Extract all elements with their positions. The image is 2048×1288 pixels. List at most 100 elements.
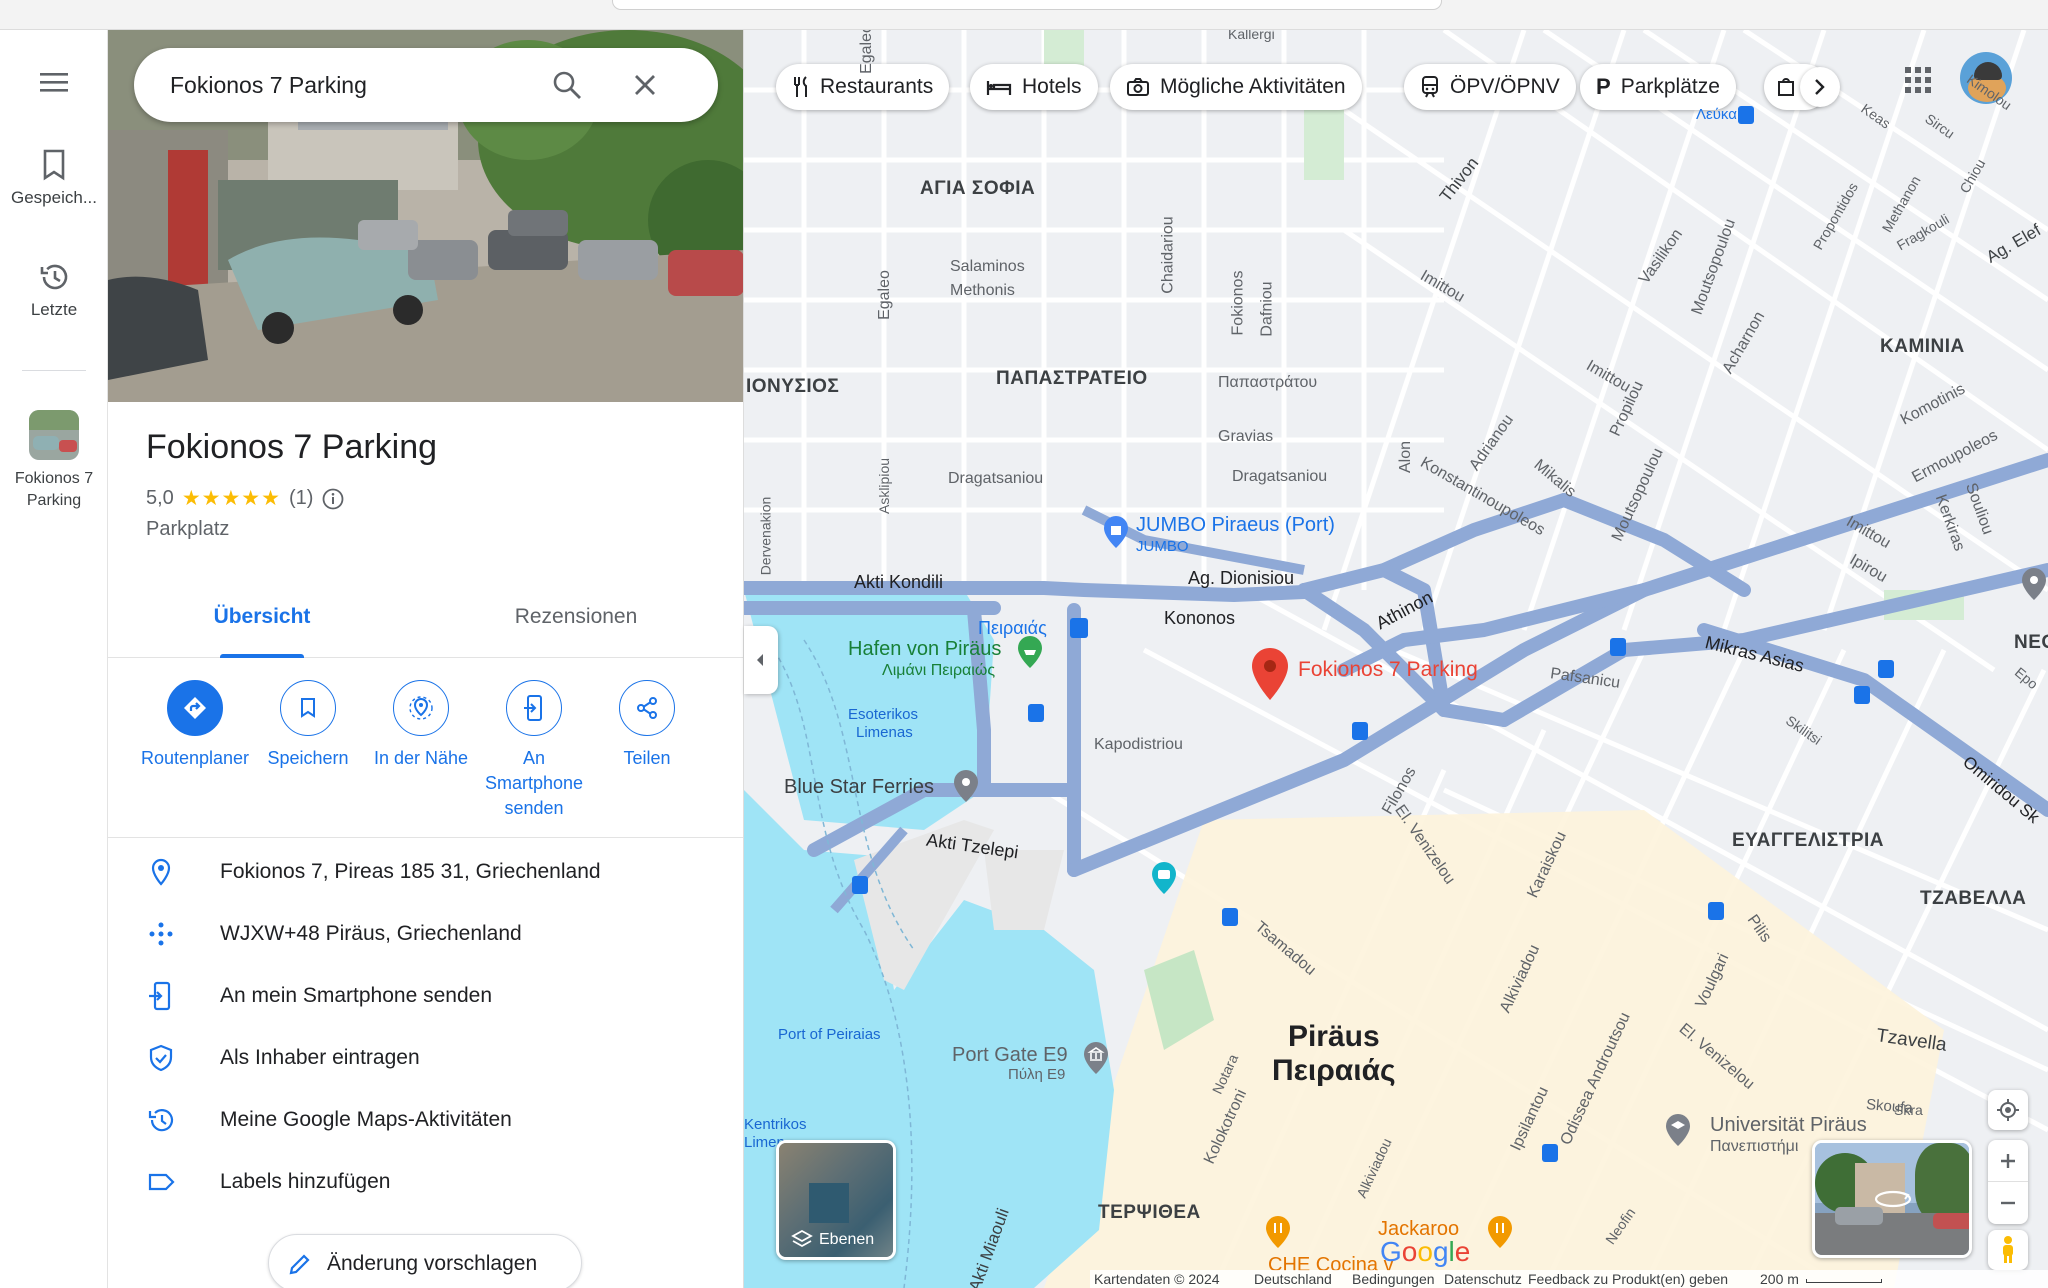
zoom-out-button[interactable] — [1988, 1182, 2028, 1224]
my-location-button[interactable] — [1988, 1090, 2028, 1130]
review-count[interactable]: (1) — [289, 487, 313, 510]
tab-reviews[interactable]: Rezensionen — [426, 576, 726, 658]
search-icon[interactable] — [550, 68, 584, 102]
phone-icon — [524, 695, 542, 721]
rail-recent-place[interactable]: Fokionos 7 Parking — [0, 410, 108, 512]
menu-button[interactable] — [0, 70, 108, 100]
camera-pin-icon[interactable] — [1150, 860, 1178, 896]
street-label: Salaminos — [950, 258, 1025, 275]
poi-portgate[interactable]: Port Gate E9 — [952, 1044, 1068, 1067]
save-button[interactable]: Speichern — [252, 680, 364, 771]
search-box[interactable]: Fokionos 7 Parking — [134, 48, 718, 122]
place-category[interactable]: Parkplatz — [146, 518, 229, 541]
route-label: Routenplaner — [140, 748, 250, 768]
scale-label[interactable]: 200 m — [1760, 1271, 1799, 1287]
bus-stop-icon[interactable] — [1610, 638, 1626, 656]
share-button[interactable]: Teilen — [591, 680, 703, 771]
street-view-preview[interactable] — [1812, 1140, 1972, 1258]
chips-scroll-right-button[interactable] — [1800, 67, 1840, 107]
bus-stop-icon[interactable] — [1028, 704, 1044, 722]
saved-button[interactable]: Gespeich... — [0, 148, 108, 208]
district-label: ΕΥΑΓΓΕΛΙΣΤΡΙΑ — [1732, 830, 1884, 851]
layers-label: Ebenen — [819, 1231, 875, 1248]
suggest-edit-button[interactable]: Änderung vorschlagen — [268, 1234, 582, 1288]
privacy-link[interactable]: Datenschutz — [1444, 1271, 1522, 1287]
poi-university[interactable]: Universität Piräus — [1710, 1114, 1867, 1137]
shopping-pin-icon[interactable] — [1102, 514, 1130, 550]
bus-stop-icon[interactable] — [1854, 686, 1870, 704]
layers-button[interactable]: Ebenen — [776, 1140, 896, 1260]
labels-row[interactable]: Labels hinzufügen — [108, 1150, 743, 1212]
country-link[interactable]: Deutschland — [1254, 1271, 1332, 1287]
place-marker-label[interactable]: Fokionos 7 Parking — [1298, 658, 1478, 682]
plus-code-row[interactable]: WJXW+48 Piräus, Griechenland — [108, 902, 743, 964]
claim-row[interactable]: Als Inhaber eintragen — [108, 1026, 743, 1088]
minus-icon — [2001, 1201, 2015, 1205]
recent-button[interactable]: Letzte — [0, 260, 108, 320]
bus-stop-icon[interactable] — [852, 876, 868, 894]
bus-stop-icon[interactable] — [1708, 902, 1724, 920]
map-footer: Kartendaten © 2024 Deutschland Bedingung… — [1090, 1270, 2048, 1288]
search-input[interactable]: Fokionos 7 Parking — [170, 72, 367, 99]
restaurant-pin-icon[interactable] — [1486, 1214, 1514, 1250]
bus-stop-icon[interactable] — [1738, 106, 1754, 124]
address-row[interactable]: Fokionos 7, Pireas 185 31, Griechenland — [108, 840, 743, 902]
chip-transit[interactable]: ÖPV/ÖPNV — [1404, 64, 1576, 110]
train-station-icon[interactable] — [1070, 618, 1088, 638]
museum-pin-icon[interactable] — [1082, 1040, 1110, 1076]
activity-row[interactable]: Meine Google Maps-Aktivitäten — [108, 1088, 743, 1150]
nearby-button[interactable]: In der Nähe — [365, 680, 477, 771]
street-label: Asklipiou — [876, 457, 893, 515]
close-icon[interactable] — [628, 68, 662, 102]
activity-text: Meine Google Maps-Aktivitäten — [220, 1108, 512, 1131]
city-name-greek: Πειραιάς — [1272, 1054, 1396, 1087]
street-label: Dragatsaniou — [1232, 468, 1328, 485]
street-label: Dervenakion — [757, 496, 774, 576]
restaurant-pin-icon[interactable] — [1264, 1214, 1292, 1250]
location-pin-icon[interactable] — [952, 768, 980, 804]
poi-bluestar[interactable]: Blue Star Ferries — [784, 776, 934, 799]
rating-row: 5,0 ★★★★★ (1) — [146, 486, 345, 511]
scale-bar — [1806, 1279, 1882, 1283]
saved-label: Gespeich... — [11, 188, 97, 207]
street-label: Egaleo — [857, 30, 875, 74]
bus-stop-icon[interactable] — [1542, 1144, 1558, 1162]
tab-reviews-label: Rezensionen — [514, 605, 638, 628]
poi-harbour[interactable]: Hafen von Piräus — [848, 638, 1001, 661]
chevron-right-icon — [1815, 79, 1825, 95]
pegman-button[interactable] — [1988, 1230, 2028, 1270]
bus-stop-icon[interactable] — [1222, 908, 1238, 926]
school-pin-icon[interactable] — [1664, 1112, 1692, 1148]
poi-jumbo[interactable]: JUMBO Piraeus (Port) — [1136, 514, 1335, 537]
place-thumbnail — [29, 410, 79, 460]
tab-bar: Übersicht Rezensionen — [108, 576, 743, 658]
poi-lefka[interactable]: Λεύκα — [1696, 106, 1737, 123]
apps-grid-icon[interactable] — [1904, 66, 1932, 94]
info-icon[interactable] — [321, 487, 345, 511]
chip-activities[interactable]: Mögliche Aktivitäten — [1110, 64, 1362, 110]
zoom-in-button[interactable] — [1988, 1140, 2028, 1182]
bed-icon — [986, 81, 1012, 95]
plus-code-text: WJXW+48 Piräus, Griechenland — [220, 922, 522, 945]
collapse-panel-button[interactable] — [744, 626, 778, 694]
place-panel: Fokionos 7 Parking Fokionos 7 Parking 5,… — [108, 30, 744, 1288]
chip-hotels[interactable]: Hotels — [970, 64, 1098, 110]
terms-link[interactable]: Bedingungen — [1352, 1271, 1435, 1287]
pencil-icon — [289, 1254, 310, 1275]
route-button[interactable]: Routenplaner — [139, 680, 251, 771]
side-rail: Gespeich... Letzte Fokionos 7 Parking — [0, 30, 108, 1288]
ferry-pin-icon[interactable] — [1016, 634, 1044, 670]
browser-address-bar[interactable] — [612, 0, 1442, 10]
share-icon — [637, 697, 657, 719]
chip-parking[interactable]: P Parkplätze — [1580, 64, 1736, 110]
tab-overview[interactable]: Übersicht — [112, 576, 412, 658]
city-name-latin: Piräus — [1287, 1020, 1380, 1053]
send-to-phone-button[interactable]: An Smartphone senden — [478, 680, 590, 821]
bus-stop-icon[interactable] — [1352, 722, 1368, 740]
bus-stop-icon[interactable] — [1878, 660, 1894, 678]
location-pin-icon[interactable] — [2020, 566, 2048, 602]
feedback-link[interactable]: Feedback zu Produkt(en) geben — [1528, 1271, 1728, 1287]
poi-piraeus-station[interactable]: Πειραιάς — [978, 618, 1047, 639]
send-phone-row[interactable]: An mein Smartphone senden — [108, 964, 743, 1026]
map-canvas[interactable]: Restaurants Hotels Mögliche Aktivitäten … — [744, 30, 2048, 1288]
